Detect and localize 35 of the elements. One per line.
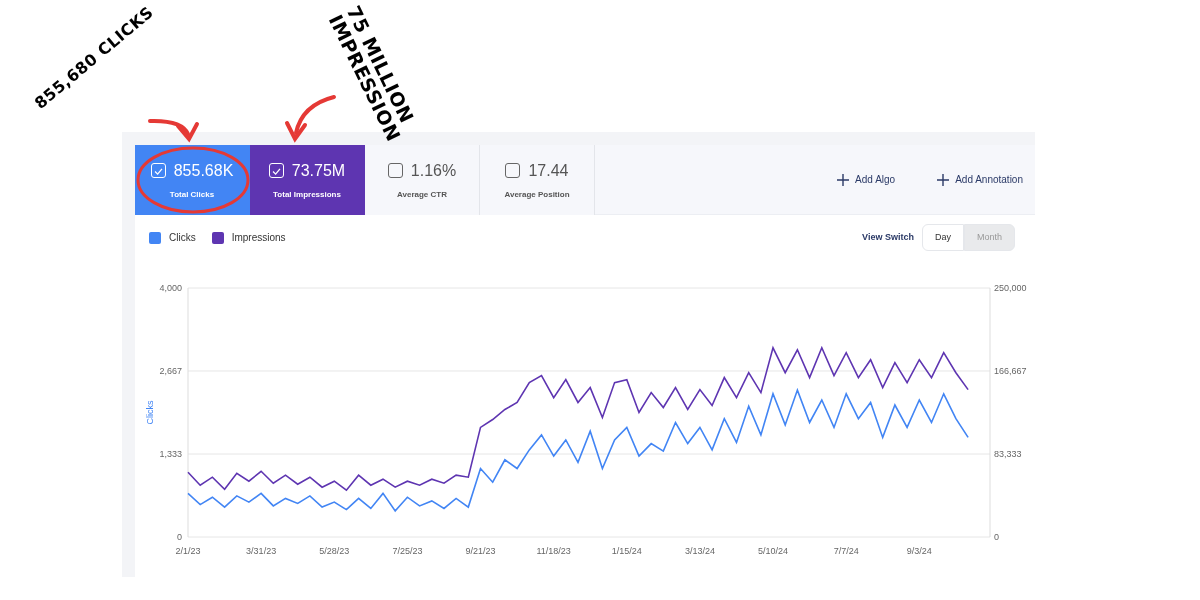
metric-tab[interactable]: 17.44 Average Position [480, 144, 595, 215]
add-button[interactable]: Add Algo [837, 172, 896, 187]
axis-tick-label: 0 [994, 532, 999, 542]
axis-tick-label: 250,000 [994, 283, 1027, 293]
axis-tick-label: 3/13/24 [684, 546, 715, 556]
legend-label: Impressions [231, 231, 286, 245]
axis-tick-label: 1,333 [159, 449, 182, 459]
axis-tick-label: 11/18/23 [536, 546, 571, 556]
axis-tick-label: 5/28/23 [319, 546, 350, 556]
view-switch-label: View Switch [862, 230, 914, 244]
axis-tick-label: 7/7/24 [833, 546, 859, 556]
axis-tick-label: 9/3/24 [906, 546, 932, 556]
axis-tick-label: 7/25/23 [392, 546, 423, 556]
plus-icon [837, 173, 850, 186]
axis-tick-label: 4,000 [159, 283, 182, 293]
axis-tick-label: 83,333 [994, 449, 1022, 459]
metric-tab[interactable]: 73.75M Total Impressions [250, 144, 365, 215]
annotation-arrow [148, 118, 199, 143]
axis-tick-label: 2,667 [159, 366, 182, 376]
metric-tab[interactable]: 855.68K Total Clicks [135, 144, 250, 215]
axis-tick-label: 5/10/24 [758, 546, 789, 556]
legend-label: Clicks [169, 231, 196, 245]
metric-tab[interactable]: 1.16% Average CTR [365, 144, 480, 215]
axis-tick-label: 2/1/23 [175, 546, 201, 556]
view-option[interactable]: Day [921, 223, 964, 252]
axis-title: Clicks [145, 400, 155, 425]
checkbox[interactable] [387, 163, 403, 178]
plus-icon [937, 173, 950, 186]
axis-tick-label: 9/21/23 [465, 546, 496, 556]
checkbox[interactable] [505, 163, 521, 178]
axis-tick-label: 166,667 [994, 366, 1027, 376]
add-button[interactable]: Add Annotation [937, 172, 1023, 187]
axis-tick-label: 0 [177, 532, 182, 542]
axis-tick-label: 3/31/23 [246, 546, 277, 556]
axis-tick-label: 1/15/24 [611, 546, 642, 556]
